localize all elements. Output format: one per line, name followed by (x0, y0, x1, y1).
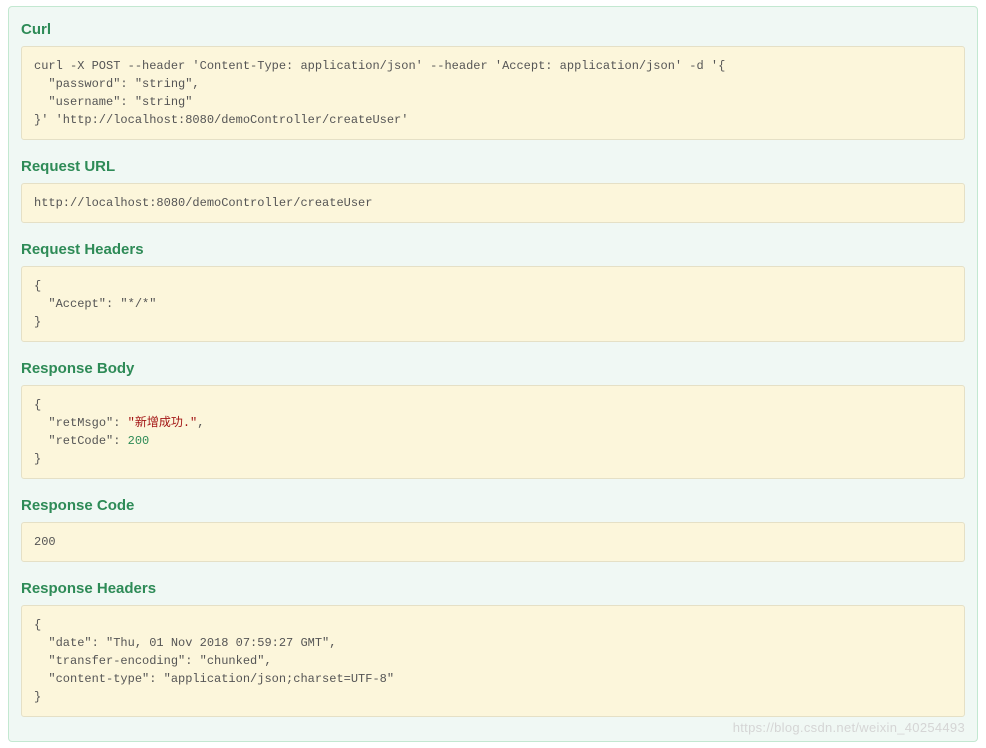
curl-section-title: Curl (21, 21, 965, 38)
retcode-value: 200 (128, 434, 150, 448)
request-url-section-title: Request URL (21, 158, 965, 175)
response-code-section-title: Response Code (21, 497, 965, 514)
response-headers-section-title: Response Headers (21, 580, 965, 597)
response-body-code-box[interactable]: { "retMsgo": "新增成功.", "retCode": 200 } (21, 385, 965, 479)
response-code-code-box[interactable]: 200 (21, 522, 965, 562)
response-headers-code-box[interactable]: { "date": "Thu, 01 Nov 2018 07:59:27 GMT… (21, 605, 965, 717)
api-response-panel: Curl curl -X POST --header 'Content-Type… (8, 6, 978, 742)
retmsgo-value: "新增成功." (128, 416, 198, 430)
response-body-section-title: Response Body (21, 360, 965, 377)
request-url-code-box[interactable]: http://localhost:8080/demoController/cre… (21, 183, 965, 223)
curl-code-box[interactable]: curl -X POST --header 'Content-Type: app… (21, 46, 965, 140)
request-headers-code-box[interactable]: { "Accept": "*/*" } (21, 266, 965, 342)
retcode-key: "retCode" (48, 434, 113, 448)
json-open-brace: { (34, 398, 41, 412)
retmsgo-key: "retMsgo" (48, 416, 113, 430)
watermark-text: https://blog.csdn.net/weixin_40254493 (733, 720, 965, 735)
json-close-brace: } (34, 452, 41, 466)
request-headers-section-title: Request Headers (21, 241, 965, 258)
